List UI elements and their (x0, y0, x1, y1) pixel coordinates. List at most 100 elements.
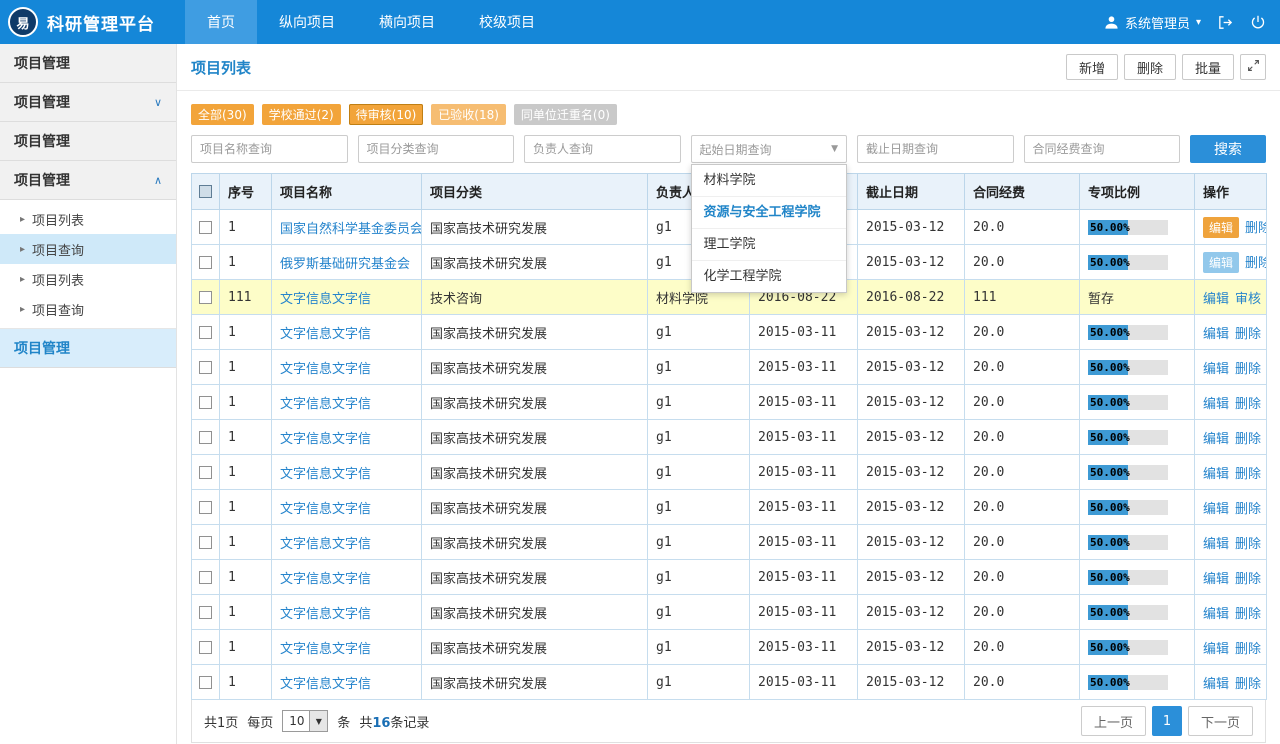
edit-action[interactable]: 编辑 (1203, 292, 1229, 307)
dropdown-option-chemical[interactable]: 化学工程学院 (692, 261, 847, 292)
per-page-select[interactable]: 10 ▼ (282, 710, 328, 732)
edit-action[interactable]: 编辑 (1203, 327, 1229, 342)
project-name-link[interactable]: 文字信息文字信 (280, 502, 371, 517)
row-checkbox[interactable] (199, 466, 212, 479)
edit-action[interactable]: 编辑 (1203, 642, 1229, 657)
delete-action[interactable]: 删除 (1245, 221, 1266, 236)
add-button[interactable]: 新增 (1066, 54, 1118, 80)
row-checkbox[interactable] (199, 676, 212, 689)
power-icon[interactable] (1250, 14, 1266, 30)
sidebar-group-3[interactable]: 项目管理 (0, 122, 176, 161)
project-name-link[interactable]: 俄罗斯基础研究基金会 (280, 257, 410, 272)
sidebar-item-project-list-2[interactable]: ▸ 项目列表 (0, 264, 176, 294)
prev-page-button[interactable]: 上一页 (1081, 706, 1146, 736)
cell-seq: 1 (220, 245, 272, 280)
project-name-link[interactable]: 文字信息文字信 (280, 327, 371, 342)
delete-action[interactable]: 删除 (1235, 642, 1261, 657)
edit-action[interactable]: 编辑 (1203, 467, 1229, 482)
col-checkbox (192, 174, 220, 210)
project-name-link[interactable]: 文字信息文字信 (280, 677, 371, 692)
edit-action[interactable]: 编辑 (1203, 432, 1229, 447)
edit-action[interactable]: 编辑 (1203, 217, 1239, 238)
row-checkbox[interactable] (199, 396, 212, 409)
delete-action[interactable]: 删除 (1235, 362, 1261, 377)
edit-action[interactable]: 编辑 (1203, 607, 1229, 622)
nav-item[interactable]: 校级项目 (457, 0, 557, 44)
delete-action[interactable]: 删除 (1245, 256, 1266, 271)
row-checkbox[interactable] (199, 501, 212, 514)
edit-action[interactable]: 编辑 (1203, 252, 1239, 273)
edit-action[interactable]: 编辑 (1203, 397, 1229, 412)
filter-chip[interactable]: 同单位迁重名(0) (514, 104, 617, 125)
row-checkbox[interactable] (199, 641, 212, 654)
edit-action[interactable]: 编辑 (1203, 572, 1229, 587)
sidebar-group-4[interactable]: 项目管理 ∧ (0, 161, 176, 200)
sidebar-group-2[interactable]: 项目管理 ∨ (0, 83, 176, 122)
nav-item[interactable]: 首页 (185, 0, 257, 44)
delete-action[interactable]: 删除 (1235, 397, 1261, 412)
project-name-link[interactable]: 文字信息文字信 (280, 292, 371, 307)
delete-action[interactable]: 删除 (1235, 572, 1261, 587)
project-name-link[interactable]: 文字信息文字信 (280, 362, 371, 377)
delete-action[interactable]: 删除 (1235, 607, 1261, 622)
sidebar-group-5[interactable]: 项目管理 (0, 329, 176, 368)
row-checkbox[interactable] (199, 221, 212, 234)
start-date-select[interactable]: 起始日期查询 ▼ 材料学院 资源与安全工程学院 理工学院 化学工程学院 (691, 135, 848, 163)
project-name-link[interactable]: 文字信息文字信 (280, 607, 371, 622)
project-name-link[interactable]: 文字信息文字信 (280, 642, 371, 657)
delete-action[interactable]: 删除 (1235, 467, 1261, 482)
project-name-link[interactable]: 文字信息文字信 (280, 572, 371, 587)
fund-search-input[interactable] (1024, 135, 1181, 163)
sidebar-group-1[interactable]: 项目管理 (0, 44, 176, 83)
filter-chip[interactable]: 全部(30) (191, 104, 254, 125)
filter-chip[interactable]: 待审核(10) (349, 104, 424, 125)
row-checkbox[interactable] (199, 536, 212, 549)
dropdown-option-resources[interactable]: 资源与安全工程学院 (692, 197, 847, 229)
cell-ratio: 50.00% (1080, 315, 1195, 350)
logout-icon[interactable] (1217, 14, 1234, 31)
row-checkbox[interactable] (199, 571, 212, 584)
row-checkbox[interactable] (199, 431, 212, 444)
filter-chip[interactable]: 已验收(18) (431, 104, 506, 125)
sidebar-item-project-query-2[interactable]: ▸ 项目查询 (0, 294, 176, 324)
project-name-search-input[interactable] (191, 135, 348, 163)
project-name-link[interactable]: 文字信息文字信 (280, 537, 371, 552)
project-name-link[interactable]: 文字信息文字信 (280, 432, 371, 447)
next-page-button[interactable]: 下一页 (1188, 706, 1253, 736)
row-checkbox[interactable] (199, 361, 212, 374)
nav-item[interactable]: 纵向项目 (257, 0, 357, 44)
row-checkbox[interactable] (199, 256, 212, 269)
audit-action[interactable]: 审核 (1235, 292, 1261, 307)
project-name-link[interactable]: 文字信息文字信 (280, 467, 371, 482)
project-name-link[interactable]: 国家自然科学基金委员会 (280, 222, 422, 237)
dropdown-option-science[interactable]: 理工学院 (692, 229, 847, 261)
edit-action[interactable]: 编辑 (1203, 502, 1229, 517)
row-checkbox[interactable] (199, 606, 212, 619)
page-1-button[interactable]: 1 (1152, 706, 1182, 736)
leader-search-input[interactable] (524, 135, 681, 163)
delete-action[interactable]: 删除 (1235, 432, 1261, 447)
project-name-link[interactable]: 文字信息文字信 (280, 397, 371, 412)
sidebar-item-project-list[interactable]: ▸ 项目列表 (0, 204, 176, 234)
delete-action[interactable]: 删除 (1235, 327, 1261, 342)
delete-action[interactable]: 删除 (1235, 677, 1261, 692)
delete-action[interactable]: 删除 (1235, 502, 1261, 517)
project-category-search-input[interactable] (358, 135, 515, 163)
row-checkbox[interactable] (199, 291, 212, 304)
delete-button[interactable]: 删除 (1124, 54, 1176, 80)
edit-action[interactable]: 编辑 (1203, 537, 1229, 552)
fullscreen-button[interactable] (1240, 54, 1266, 80)
delete-action[interactable]: 删除 (1235, 537, 1261, 552)
search-button[interactable]: 搜索 (1190, 135, 1266, 163)
sidebar-item-project-query[interactable]: ▸ 项目查询 (0, 234, 176, 264)
user-menu[interactable]: 系统管理员 ▾ (1104, 13, 1201, 32)
edit-action[interactable]: 编辑 (1203, 677, 1229, 692)
nav-item[interactable]: 横向项目 (357, 0, 457, 44)
edit-action[interactable]: 编辑 (1203, 362, 1229, 377)
select-all-checkbox[interactable] (199, 185, 212, 198)
batch-button[interactable]: 批量 (1182, 54, 1234, 80)
end-date-search-input[interactable] (857, 135, 1014, 163)
dropdown-option-material[interactable]: 材料学院 (692, 165, 847, 197)
row-checkbox[interactable] (199, 326, 212, 339)
filter-chip[interactable]: 学校通过(2) (262, 104, 341, 125)
